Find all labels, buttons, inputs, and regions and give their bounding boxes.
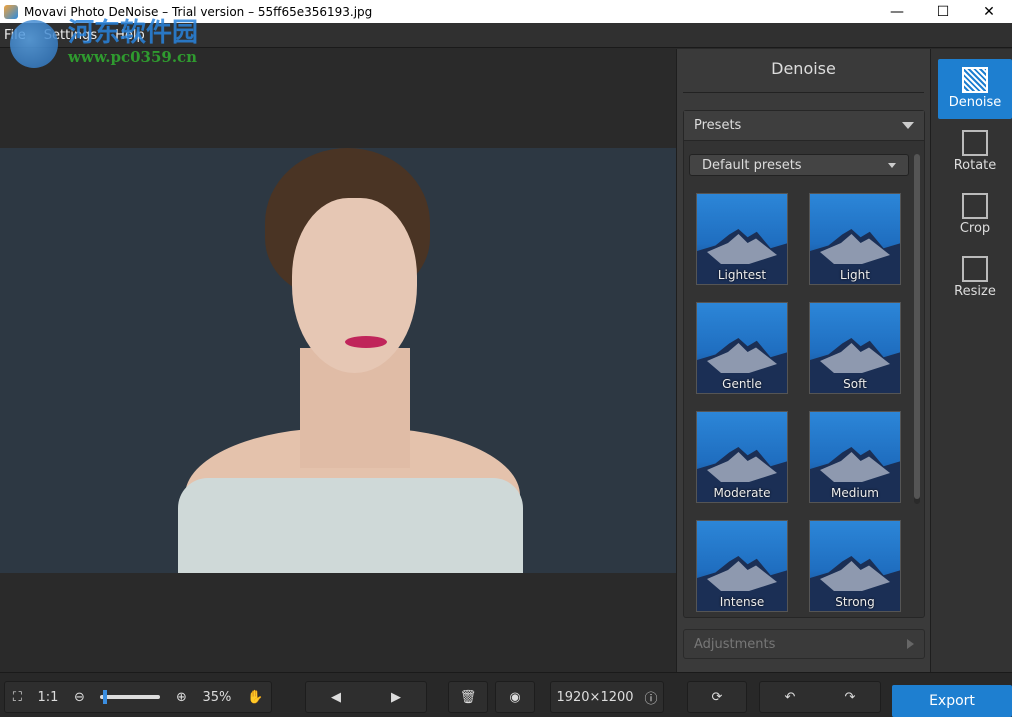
tool-label: Rotate	[953, 158, 997, 173]
resize-icon	[962, 256, 988, 282]
preset-label: Lightest	[717, 268, 767, 282]
preset-thumbnail[interactable]: Medium	[809, 411, 901, 503]
image-dimensions: 1920×1200	[556, 689, 634, 705]
minimize-button[interactable]: —	[874, 0, 920, 23]
tool-denoise[interactable]: Denoise	[938, 59, 1012, 119]
menu-file[interactable]: File	[4, 28, 26, 43]
hand-tool-icon[interactable]: ✋	[247, 690, 263, 705]
fit-to-window-button[interactable]: ⛶	[13, 690, 22, 705]
preset-thumbnail[interactable]: Light	[809, 193, 901, 285]
preset-label: Medium	[831, 486, 879, 500]
undo-icon[interactable]: ↶	[785, 690, 796, 705]
collapse-icon	[902, 122, 914, 129]
maximize-button[interactable]: ☐	[920, 0, 966, 23]
info-icon[interactable]: ⓘ	[644, 688, 657, 707]
tool-resize[interactable]: Resize	[938, 248, 1012, 308]
window-title: Movavi Photo DeNoise – Trial version – 5…	[24, 4, 373, 19]
preset-label: Intense	[719, 595, 765, 609]
presets-section: Presets Default presets Lightest Light Gen…	[683, 110, 925, 618]
actual-size-button[interactable]: 1:1	[37, 690, 58, 705]
previous-image-button[interactable]: ◀	[331, 690, 341, 705]
bottom-toolbar: ⛶ 1:1 ⊖ ⊕ 35% ✋ ◀ ▶ 🗑 ◉ 1920×1200 ⓘ ⟳ ↶ …	[0, 672, 1012, 717]
expand-icon	[907, 639, 914, 649]
preset-label: Moderate	[713, 486, 771, 500]
preset-thumbnail[interactable]: Intense	[696, 520, 788, 612]
crop-icon	[962, 193, 988, 219]
tool-rotate[interactable]: Rotate	[938, 122, 1012, 182]
preset-dropdown-value: Default presets	[702, 157, 802, 173]
zoom-level: 35%	[202, 689, 232, 705]
preset-thumbnail[interactable]: Strong	[809, 520, 901, 612]
reset-icon[interactable]: ⟳	[712, 690, 723, 705]
menu-settings[interactable]: Settings	[44, 28, 97, 43]
preset-dropdown[interactable]: Default presets	[689, 154, 909, 176]
denoise-panel: Denoise Presets Default presets Lightest…	[676, 49, 930, 672]
presets-header[interactable]: Presets	[684, 111, 924, 141]
title-bar: Movavi Photo DeNoise – Trial version – 5…	[0, 0, 1012, 23]
photo-preview	[0, 148, 676, 573]
presets-scrollbar[interactable]	[914, 154, 920, 504]
preset-thumbnail[interactable]: Gentle	[696, 302, 788, 394]
zoom-in-icon[interactable]: ⊕	[176, 690, 187, 705]
preset-thumbnail[interactable]: Soft	[809, 302, 901, 394]
preset-thumbnail[interactable]: Lightest	[696, 193, 788, 285]
tool-sidebar: Denoise Rotate Crop Resize	[930, 49, 1012, 672]
panel-title: Denoise	[683, 49, 924, 93]
app-logo-icon	[4, 4, 18, 19]
delete-icon[interactable]: 🗑	[460, 690, 477, 705]
export-button[interactable]: Export	[892, 685, 1012, 717]
next-image-button[interactable]: ▶	[391, 690, 401, 705]
zoom-out-icon[interactable]: ⊖	[74, 690, 85, 705]
preview-eye-icon[interactable]: ◉	[509, 690, 520, 705]
menu-help[interactable]: Help	[115, 28, 145, 43]
preset-thumbnail[interactable]: Moderate	[696, 411, 788, 503]
redo-icon[interactable]: ↷	[845, 690, 856, 705]
preset-label: Soft	[843, 377, 867, 391]
rotate-icon	[962, 130, 988, 156]
close-button[interactable]: ✕	[966, 0, 1012, 23]
denoise-icon	[962, 67, 988, 93]
presets-label: Presets	[694, 118, 742, 133]
image-canvas[interactable]	[0, 49, 676, 672]
tool-label: Crop	[959, 221, 991, 236]
tool-label: Denoise	[948, 95, 1002, 110]
preset-label: Gentle	[722, 377, 762, 391]
preset-label: Light	[840, 268, 870, 282]
adjustments-label: Adjustments	[694, 636, 776, 652]
zoom-slider[interactable]	[100, 690, 161, 704]
chevron-down-icon	[888, 162, 896, 168]
preset-label: Strong	[835, 595, 875, 609]
tool-label: Resize	[954, 284, 996, 299]
menu-bar: File Settings Help	[0, 23, 1012, 48]
tool-crop[interactable]: Crop	[938, 185, 1012, 245]
adjustments-header[interactable]: Adjustments	[683, 629, 925, 659]
